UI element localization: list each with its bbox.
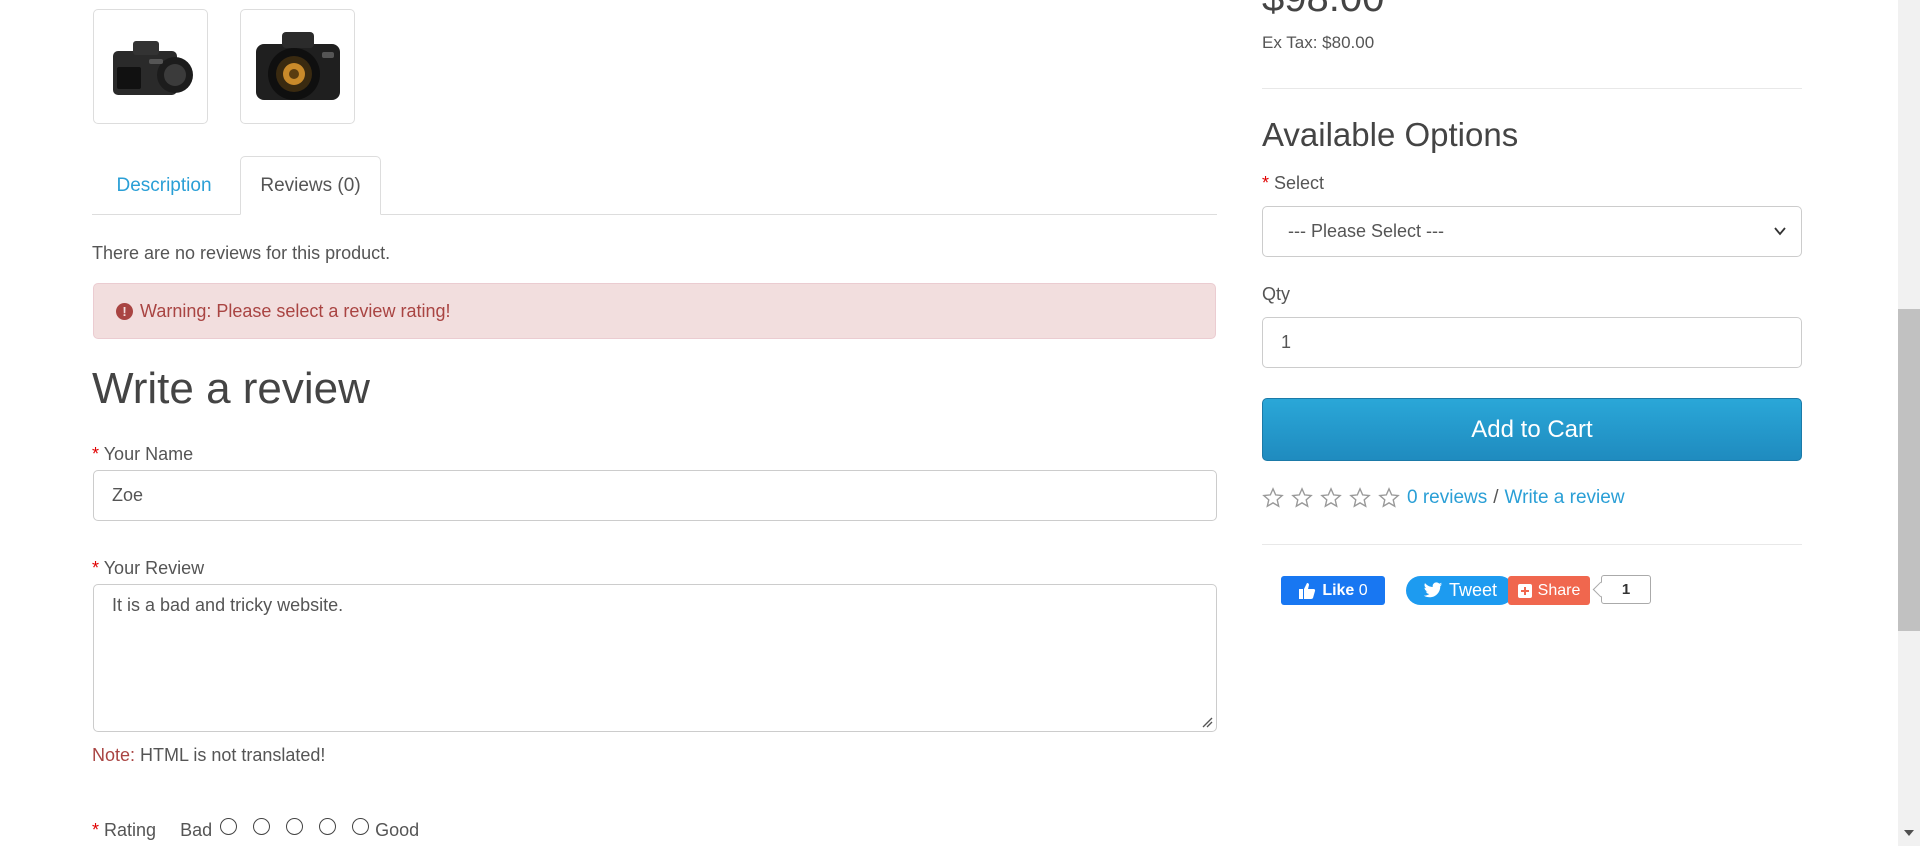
rating-radio-5[interactable] (352, 818, 370, 835)
review-label-text: Your Review (103, 558, 205, 578)
html-note: Note: HTML is not translated! (92, 745, 325, 766)
divider (1262, 544, 1802, 545)
name-input[interactable] (93, 470, 1217, 521)
thumbs-up-icon (1299, 582, 1316, 599)
star-empty-icon (1291, 487, 1313, 508)
star-empty-icon (1262, 487, 1284, 508)
star-empty-icon (1320, 487, 1342, 508)
twitter-bird-icon (1423, 582, 1443, 598)
tweet-label: Tweet (1448, 580, 1498, 600)
qty-input[interactable] (1262, 317, 1802, 368)
rating-radio-4[interactable] (319, 818, 337, 835)
scroll-down-arrow-icon[interactable] (1903, 828, 1915, 838)
note-prefix: Note: (92, 745, 136, 765)
rating-good-label: Good (375, 820, 420, 840)
camera-front-icon (255, 31, 340, 100)
qty-label: Qty (1262, 284, 1291, 304)
divider (1262, 88, 1802, 89)
facebook-like-button[interactable]: Like 0 (1281, 576, 1385, 605)
review-label: * Your Review (92, 558, 204, 579)
star-empty-icon (1378, 487, 1400, 508)
name-label: * Your Name (92, 444, 193, 465)
warning-text: Warning: Please select a review rating! (140, 300, 451, 321)
select-label: * Select (1262, 173, 1324, 194)
star-empty-icon (1349, 487, 1371, 508)
like-count: 0 (1358, 581, 1368, 599)
like-label: Like (1322, 581, 1355, 599)
write-review-heading: Write a review (92, 364, 370, 413)
rating-bad-label: Bad (180, 820, 213, 840)
tab-description[interactable]: Description (92, 156, 236, 215)
available-options-heading: Available Options (1262, 116, 1519, 153)
share-count: 1 (1621, 581, 1631, 598)
option-select-value: --- Please Select --- (1288, 221, 1445, 241)
no-reviews-text: There are no reviews for this product. (92, 243, 391, 263)
link-separator: / (1493, 487, 1499, 508)
exclamation-circle-icon: ! (116, 302, 133, 320)
add-to-cart-button[interactable]: Add to Cart (1262, 398, 1802, 461)
product-price: $98.00 (1262, 0, 1384, 21)
share-count-bubble: 1 (1601, 575, 1651, 604)
option-select[interactable]: --- Please Select --- (1262, 206, 1802, 257)
product-thumbnail-front[interactable] (240, 9, 355, 124)
note-text: HTML is not translated! (135, 745, 326, 765)
rating-label: Rating (104, 820, 157, 840)
ex-tax-price: Ex Tax: $80.00 (1262, 33, 1375, 52)
write-review-link[interactable]: Write a review (1505, 487, 1625, 509)
warning-alert: ! Warning: Please select a review rating… (93, 283, 1216, 339)
product-thumbnail-back[interactable] (93, 9, 208, 124)
chevron-down-icon (1774, 227, 1786, 236)
tweet-button[interactable]: Tweet (1406, 576, 1514, 605)
review-textarea[interactable]: It is a bad and tricky website. (93, 584, 1217, 732)
rating-radio-3[interactable] (286, 818, 304, 835)
rating-radio-2[interactable] (253, 818, 271, 835)
share-button[interactable]: Share (1508, 576, 1590, 605)
rating-row: * Rating Bad Good (92, 818, 420, 841)
rating-summary: 0 reviews / Write a review (1262, 487, 1625, 509)
reviews-count-link[interactable]: 0 reviews (1407, 487, 1487, 509)
tab-reviews[interactable]: Reviews (0) (240, 156, 381, 215)
plus-square-icon (1517, 583, 1532, 598)
resize-grip-icon[interactable] (1201, 716, 1213, 728)
select-label-text: Select (1274, 173, 1325, 193)
camera-back-icon (112, 40, 193, 95)
required-marker: * (92, 444, 100, 464)
page-scrollbar-thumb[interactable] (1898, 309, 1920, 631)
rating-radio-1[interactable] (220, 818, 238, 835)
name-label-text: Your Name (103, 444, 194, 464)
required-marker: * (92, 820, 100, 840)
required-marker: * (1262, 173, 1270, 193)
required-marker: * (92, 558, 100, 578)
share-label: Share (1537, 581, 1581, 599)
